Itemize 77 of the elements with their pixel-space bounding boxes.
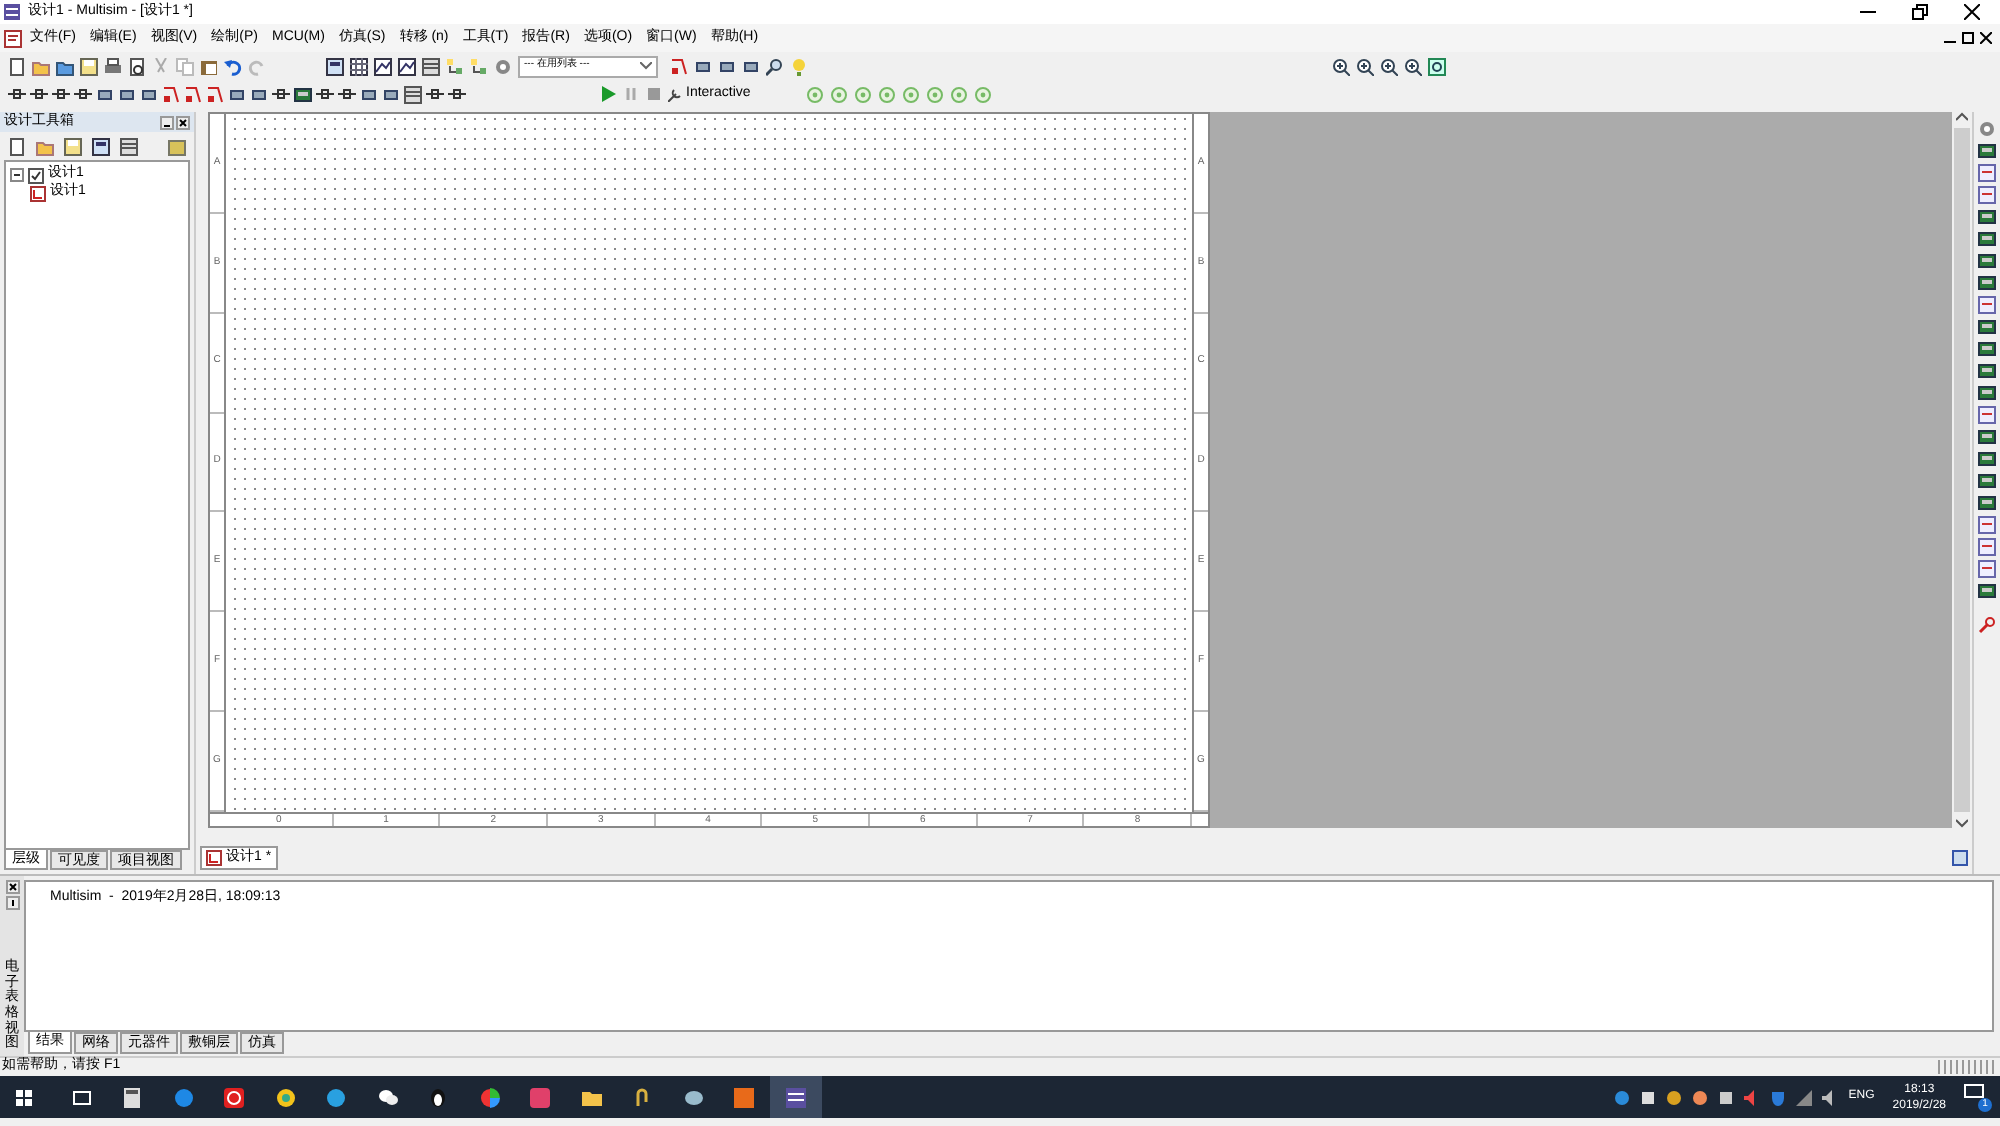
app-tile-icon[interactable] bbox=[530, 1087, 551, 1107]
paste-icon[interactable] bbox=[200, 57, 218, 75]
wire-icon[interactable] bbox=[30, 85, 48, 103]
hierarchy-icon[interactable] bbox=[470, 57, 488, 75]
open-folder-icon[interactable] bbox=[56, 57, 74, 75]
curve-icon[interactable] bbox=[632, 1087, 653, 1107]
new-document-icon[interactable] bbox=[8, 57, 26, 75]
restore-icon[interactable] bbox=[1912, 4, 1928, 20]
schematic-icon bbox=[30, 185, 46, 201]
wire-icon[interactable] bbox=[52, 85, 70, 103]
penguin-icon[interactable] bbox=[428, 1087, 449, 1107]
wire-icon[interactable] bbox=[8, 85, 26, 103]
graph-icon[interactable] bbox=[374, 57, 392, 75]
dropdown-caret-icon bbox=[640, 62, 652, 70]
zoom-in-icon[interactable] bbox=[1356, 57, 1374, 75]
magnifier-icon[interactable] bbox=[766, 57, 784, 75]
scroll-up-icon[interactable] bbox=[1956, 112, 1968, 124]
play-icon[interactable] bbox=[602, 86, 616, 102]
table-icon[interactable] bbox=[404, 85, 422, 103]
resize-grip bbox=[1938, 1060, 1998, 1074]
pin-icon[interactable] bbox=[5, 896, 19, 910]
close-icon[interactable] bbox=[1964, 4, 1980, 20]
close-icon[interactable] bbox=[176, 115, 190, 129]
schematic-icon bbox=[206, 850, 222, 866]
hierarchy-icon[interactable] bbox=[446, 57, 464, 75]
zoom-in-icon[interactable] bbox=[1404, 57, 1422, 75]
disc-icon[interactable] bbox=[275, 1087, 296, 1107]
new-document-icon[interactable] bbox=[8, 137, 26, 155]
component-icon[interactable] bbox=[206, 85, 224, 103]
wire-icon[interactable] bbox=[448, 85, 466, 103]
notification-icon[interactable] bbox=[1964, 1083, 1984, 1101]
grid-icon[interactable] bbox=[350, 57, 368, 75]
probe-icon[interactable] bbox=[1978, 616, 1996, 634]
window-icon[interactable] bbox=[326, 57, 344, 75]
window-icon[interactable] bbox=[92, 137, 110, 155]
table-icon[interactable] bbox=[120, 137, 138, 155]
folder-icon[interactable] bbox=[581, 1087, 602, 1107]
wire-icon[interactable] bbox=[272, 85, 290, 103]
help-icon[interactable] bbox=[790, 57, 808, 75]
folder-icon[interactable] bbox=[168, 137, 186, 155]
design-icon bbox=[28, 167, 44, 183]
print-icon[interactable] bbox=[104, 57, 122, 75]
wire-icon[interactable] bbox=[316, 85, 334, 103]
instrument-icon[interactable] bbox=[294, 85, 312, 103]
collapse-icon[interactable] bbox=[10, 168, 24, 182]
tray-app-icon[interactable] bbox=[1640, 1089, 1657, 1105]
wire-icon[interactable] bbox=[74, 85, 92, 103]
scroll-down-icon[interactable] bbox=[1956, 816, 1968, 828]
instrument-icon[interactable] bbox=[1978, 582, 1996, 600]
windows-logo-icon[interactable] bbox=[16, 1089, 32, 1105]
instrument-icon[interactable] bbox=[1978, 142, 1996, 160]
zoom-in-icon[interactable] bbox=[1332, 57, 1350, 75]
restore-icon[interactable] bbox=[1962, 32, 1974, 44]
color-wheel-icon[interactable] bbox=[479, 1087, 500, 1107]
component-icon[interactable] bbox=[162, 85, 180, 103]
wire-icon[interactable] bbox=[426, 85, 444, 103]
vertical-scrollbar[interactable] bbox=[1952, 112, 1972, 828]
table-icon[interactable] bbox=[422, 57, 440, 75]
print-preview-icon[interactable] bbox=[128, 57, 146, 75]
shield-icon[interactable] bbox=[1770, 1089, 1787, 1105]
close-icon[interactable] bbox=[5, 880, 19, 894]
zoom-in-icon[interactable] bbox=[1380, 57, 1398, 75]
sheet-icon[interactable] bbox=[1952, 850, 1968, 866]
task-view-icon[interactable] bbox=[71, 1087, 92, 1107]
calculator-icon[interactable] bbox=[122, 1087, 143, 1107]
component-icon[interactable] bbox=[670, 57, 688, 75]
undo-icon[interactable] bbox=[224, 57, 242, 75]
close-icon[interactable] bbox=[1980, 32, 1992, 44]
save-icon[interactable] bbox=[64, 137, 82, 155]
zoom-fit-icon[interactable] bbox=[1428, 57, 1446, 75]
component-icon[interactable] bbox=[184, 85, 202, 103]
graph-icon[interactable] bbox=[398, 57, 416, 75]
probe-icon bbox=[668, 87, 682, 101]
wire-icon[interactable] bbox=[338, 85, 356, 103]
chat-bubbles-icon[interactable] bbox=[377, 1087, 398, 1107]
pin-icon[interactable] bbox=[160, 115, 174, 129]
save-icon[interactable] bbox=[80, 57, 98, 75]
